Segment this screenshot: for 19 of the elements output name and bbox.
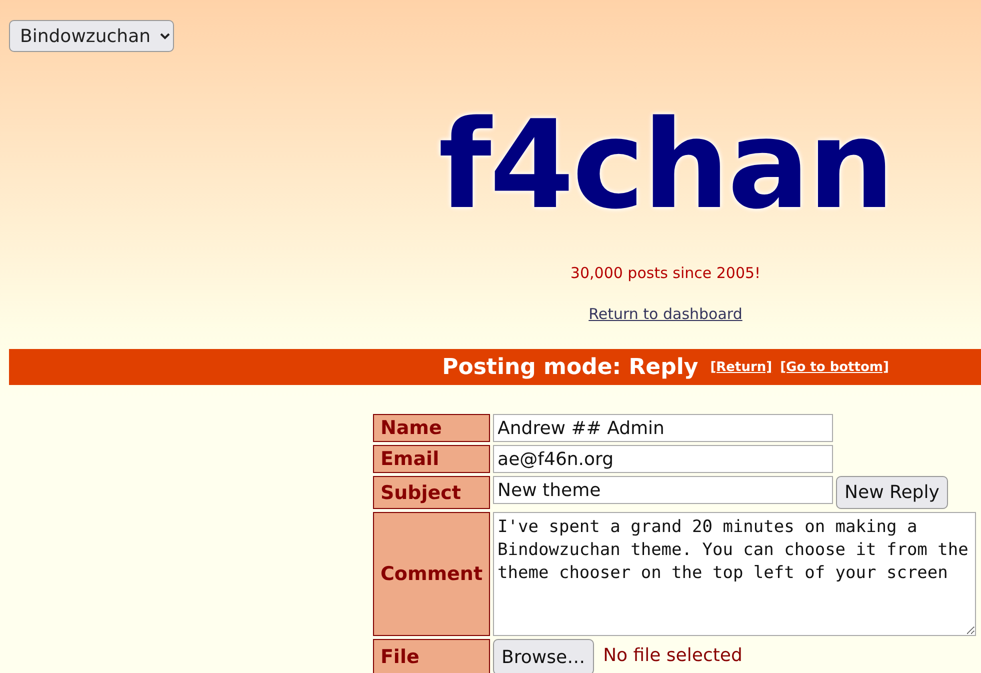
comment-field[interactable]: I've spent a grand 20 minutes on making a Bindowzuchan theme. You can choose it from the theme chooser on the top left of your screen — [492, 512, 976, 636]
site-logo: f4chan — [438, 93, 893, 238]
input-field[interactable]: Andrew ## Admin — [492, 414, 833, 442]
field-label: Comment — [373, 512, 490, 636]
input-field[interactable]: ae@f46n.org — [492, 445, 833, 473]
dashboard-link[interactable]: Return to dashboard — [588, 305, 742, 323]
theme-dropdown[interactable]: Bindowzuchan — [9, 20, 174, 52]
tagline: 30,000 posts since 2005! — [570, 264, 761, 282]
input-field[interactable]: New theme — [492, 476, 833, 504]
field-label: Name — [373, 414, 490, 442]
bar-link[interactable]: [Return] — [710, 360, 772, 374]
posting-mode-title: Posting mode: Reply — [442, 354, 698, 380]
browse-button[interactable]: Browse… — [492, 639, 594, 673]
bar-link[interactable]: [Go to bottom] — [780, 360, 889, 374]
field-label: File — [373, 639, 490, 673]
field-label: Subject — [373, 476, 490, 509]
file-status: No file selected — [603, 645, 742, 666]
submit-button[interactable]: New Reply — [836, 476, 948, 509]
field-label: Email — [373, 445, 490, 473]
